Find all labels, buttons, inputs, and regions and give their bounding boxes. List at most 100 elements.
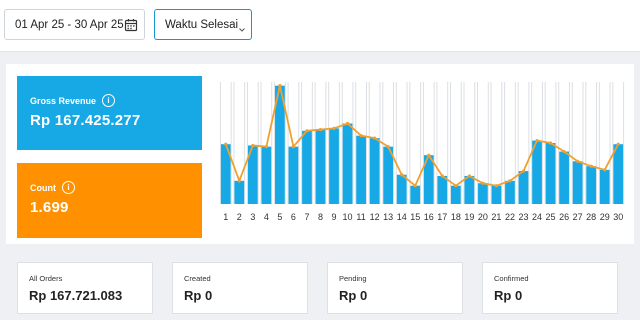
info-icon[interactable]: i <box>102 94 116 107</box>
trend-point-5 <box>278 84 282 88</box>
x-tick-label: 4 <box>264 212 269 222</box>
bar-day-11 <box>356 135 366 204</box>
stat-label: Created <box>184 274 211 283</box>
trend-point-6 <box>291 145 296 149</box>
gross-revenue-value: Rp 167.425.277 <box>30 112 141 129</box>
bar-day-12 <box>369 138 380 204</box>
gross-revenue-label-row: Gross Revenue i <box>30 94 202 107</box>
x-tick-label: 27 <box>573 212 583 222</box>
trend-point-18 <box>454 184 458 188</box>
date-range-text: 01 Apr 25 - 30 Apr 25 <box>15 18 124 31</box>
x-tick-label: 21 <box>491 212 501 222</box>
chevron-down-icon <box>238 21 246 32</box>
sort-by-select[interactable]: Waktu Selesai <box>154 9 252 40</box>
trend-point-13 <box>386 145 390 149</box>
trend-point-7 <box>305 129 309 133</box>
x-tick-label: 23 <box>518 212 528 222</box>
x-tick-label: 15 <box>410 212 420 222</box>
x-tick-label: 9 <box>332 212 337 222</box>
x-tick-label: 8 <box>318 212 323 222</box>
bar-day-17 <box>437 175 448 204</box>
daily-revenue-chart: 1 2 3 4 5 6 7 8 9 10 11 12 13 14 15 16 17 18 19 20 21 22 23 24 2… <box>219 74 625 236</box>
bar-day-9 <box>329 128 339 204</box>
stat-value: Rp 0 <box>184 288 213 303</box>
x-tick-label: 26 <box>559 212 569 222</box>
bar-day-14 <box>396 174 407 204</box>
x-tick-label: 3 <box>250 212 255 222</box>
trend-point-10 <box>345 121 350 126</box>
bar-day-19 <box>464 175 475 204</box>
x-tick-label: 24 <box>532 212 542 222</box>
bar-day-20 <box>478 183 488 204</box>
x-tick-label: 13 <box>383 212 393 222</box>
date-range-picker[interactable]: 01 Apr 25 - 30 Apr 25 <box>4 9 145 40</box>
trend-point-16 <box>427 153 431 157</box>
bar-day-25 <box>545 143 556 204</box>
trend-point-15 <box>413 184 417 188</box>
trend-point-3 <box>251 143 255 148</box>
trend-point-17 <box>440 174 444 178</box>
count-value: 1.699 <box>30 199 69 216</box>
x-tick-label: 5 <box>277 212 282 222</box>
bar-day-21 <box>491 185 502 204</box>
info-icon[interactable]: i <box>62 181 75 194</box>
trend-point-20 <box>481 181 485 185</box>
x-tick-label: 25 <box>546 212 556 222</box>
bar-day-28 <box>586 166 597 204</box>
x-tick-label: 2 <box>237 212 242 222</box>
x-tick-label: 7 <box>304 212 309 222</box>
x-tick-label: 1 <box>223 212 228 222</box>
bar-day-4 <box>261 146 272 204</box>
trend-point-29 <box>603 168 607 172</box>
stat-label: All Orders <box>29 274 63 283</box>
filter-bar: 01 Apr 25 - 30 Apr 25 Waktu Selesai <box>0 0 640 52</box>
trend-point-30 <box>616 142 620 146</box>
trend-point-28 <box>589 164 593 168</box>
bar-day-15 <box>410 185 421 204</box>
x-tick-label: 22 <box>505 212 515 222</box>
trend-point-24 <box>535 138 539 143</box>
trend-point-2 <box>237 179 241 183</box>
count-label: Count <box>30 182 56 193</box>
sort-by-value: Waktu Selesai <box>165 18 239 31</box>
count-card: Count i 1.699 <box>17 163 202 238</box>
stat-label: Confirmed <box>494 274 529 283</box>
bar-day-10 <box>342 123 353 204</box>
stat-label: Pending <box>339 274 367 283</box>
count-label-row: Count i <box>30 181 202 194</box>
trend-point-4 <box>264 145 268 149</box>
chart-canvas: 1 2 3 4 5 6 7 8 9 10 11 12 13 14 15 16 17 18 19 20 21 22 23 24 2… <box>219 82 625 222</box>
x-tick-label: 20 <box>478 212 488 222</box>
trend-point-19 <box>467 174 471 178</box>
x-tick-label: 14 <box>397 212 407 222</box>
trend-point-26 <box>562 149 566 154</box>
x-tick-label: 16 <box>424 212 434 222</box>
trend-point-11 <box>359 134 363 138</box>
stat-card-confirmed: Confirmed Rp 0 <box>482 262 618 314</box>
bar-day-7 <box>302 130 312 204</box>
bar-day-26 <box>559 151 569 204</box>
trend-point-27 <box>576 159 580 163</box>
x-tick-label: 11 <box>356 212 365 222</box>
x-tick-label: 6 <box>291 212 296 222</box>
gross-revenue-label: Gross Revenue <box>30 95 97 106</box>
stat-value: Rp 0 <box>339 288 368 303</box>
x-tick-label: 30 <box>613 212 623 222</box>
bar-day-6 <box>288 146 299 204</box>
x-tick-label: 10 <box>343 212 353 222</box>
trend-point-14 <box>400 173 404 177</box>
trend-point-21 <box>494 184 499 188</box>
bar-day-22 <box>505 180 515 204</box>
bar-day-29 <box>599 169 610 204</box>
stat-value: Rp 167.721.083 <box>29 288 123 303</box>
bar-day-23 <box>518 171 529 204</box>
stat-card-created: Created Rp 0 <box>172 262 308 314</box>
trend-point-25 <box>548 141 553 145</box>
x-tick-label: 28 <box>586 212 596 222</box>
calendar-icon <box>124 18 138 32</box>
stat-value: Rp 0 <box>494 288 523 303</box>
x-tick-label: 18 <box>451 212 461 222</box>
bar-day-18 <box>450 185 461 204</box>
bar-day-30 <box>613 144 624 204</box>
summary-panel: Gross Revenue i Rp 167.425.277 Count i 1… <box>6 64 634 244</box>
